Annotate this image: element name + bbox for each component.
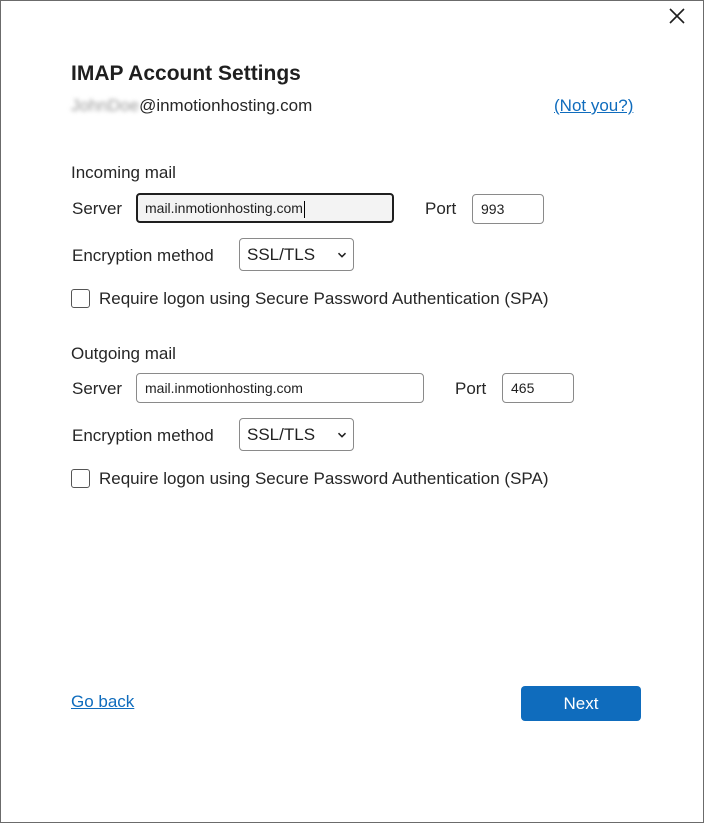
outgoing-server-input[interactable]: mail.inmotionhosting.com (136, 373, 424, 403)
dialog-title: IMAP Account Settings (71, 62, 301, 85)
incoming-port-value: 993 (481, 201, 505, 217)
text-caret (303, 200, 305, 218)
account-email: JohnDoe@inmotionhosting.com (71, 96, 312, 116)
chevron-down-icon (337, 252, 347, 258)
incoming-encryption-value: SSL/TLS (247, 245, 316, 264)
incoming-mail-heading: Incoming mail (71, 163, 176, 182)
incoming-port-label: Port (425, 199, 457, 218)
incoming-server-input[interactable]: mail.inmotionhosting.com (136, 193, 394, 223)
incoming-spa-checkbox[interactable] (71, 289, 90, 308)
outgoing-port-label: Port (455, 379, 487, 398)
outgoing-server-label: Server (72, 379, 123, 398)
outgoing-server-value: mail.inmotionhosting.com (145, 380, 303, 396)
outgoing-encryption-value: SSL/TLS (247, 425, 316, 444)
outgoing-spa-checkbox[interactable] (71, 469, 90, 488)
chevron-down-icon (337, 432, 347, 438)
incoming-server-label: Server (72, 199, 123, 218)
email-domain: @inmotionhosting.com (139, 96, 313, 115)
outgoing-mail-heading: Outgoing mail (71, 344, 176, 363)
imap-settings-dialog: IMAP Account Settings JohnDoe@inmotionho… (0, 0, 704, 823)
not-you-link[interactable]: (Not you?) (554, 96, 633, 116)
outgoing-port-input[interactable]: 465 (502, 373, 574, 403)
incoming-server-value: mail.inmotionhosting.com (145, 200, 303, 216)
email-username-redacted: JohnDoe (71, 96, 140, 115)
go-back-link[interactable]: Go back (71, 692, 134, 712)
next-button[interactable]: Next (521, 686, 641, 721)
outgoing-spa-label: Require logon using Secure Password Auth… (99, 469, 549, 488)
close-icon[interactable] (665, 4, 689, 28)
incoming-encryption-select[interactable]: SSL/TLS (239, 238, 354, 271)
incoming-spa-label: Require logon using Secure Password Auth… (99, 289, 549, 308)
incoming-encryption-label: Encryption method (72, 246, 214, 265)
incoming-port-input[interactable]: 993 (472, 194, 544, 224)
outgoing-encryption-select[interactable]: SSL/TLS (239, 418, 354, 451)
outgoing-encryption-label: Encryption method (72, 426, 214, 445)
outgoing-port-value: 465 (511, 380, 535, 396)
